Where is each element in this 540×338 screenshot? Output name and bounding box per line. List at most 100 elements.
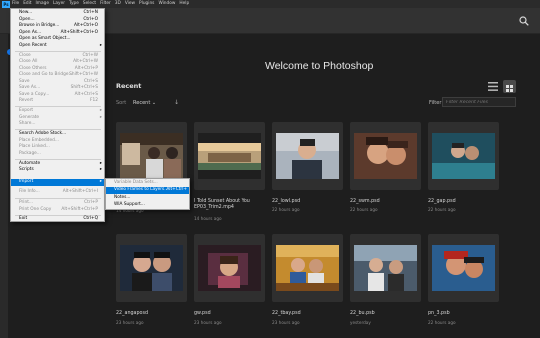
file-time: 23 hours ago: [116, 320, 144, 325]
grid-view-button[interactable]: [503, 80, 516, 93]
file-time: 22 hours ago: [350, 207, 378, 212]
menu-item-label: Share...: [19, 121, 36, 126]
submenu-arrow-icon: ▸: [99, 179, 102, 184]
menu-item-label: Variable Data Sets...: [114, 180, 158, 185]
menu-item-label: Import: [19, 179, 34, 184]
file-card[interactable]: [272, 234, 343, 302]
menu-item-exit[interactable]: Exit Ctrl+Q: [11, 216, 104, 223]
menu-bar: Ps File Edit Image Layer Type Select Fil…: [0, 0, 540, 8]
menu-item-shortcut: Ctrl+Q: [83, 215, 98, 221]
menu-item-label: Notes...: [114, 194, 131, 200]
menu-item-label: Place Linked...: [19, 144, 50, 149]
menu-item-label: Open Recent: [19, 42, 47, 48]
file-thumbnail: [120, 133, 183, 179]
file-card[interactable]: [272, 122, 343, 190]
menu-item-label: Generate: [19, 114, 40, 120]
file-thumbnail: [198, 245, 261, 291]
welcome-heading: Welcome to Photoshop: [265, 60, 374, 72]
file-thumbnail: [276, 133, 339, 179]
menu-item-shortcut: F12: [90, 98, 98, 103]
filter-label: Filter: [429, 100, 442, 106]
menu-type[interactable]: Type: [67, 0, 81, 8]
file-name[interactable]: 22_angaposd: [116, 311, 196, 317]
file-card[interactable]: [194, 122, 265, 190]
submenu-item-notes[interactable]: Notes...: [106, 195, 189, 202]
menu-item-label: Open as Smart Object...: [19, 36, 71, 41]
menu-item-shortcut: Alt+Shift+Ctrl+I: [62, 189, 98, 194]
submenu-item-video-frames[interactable]: Video Frames to Layers... Alt+Ctrl+: [106, 187, 189, 194]
menu-item-scripts[interactable]: Scripts ▸: [11, 167, 104, 174]
menu-item-label: Search Adobe Stock...: [19, 131, 67, 136]
submenu-item-wia-support[interactable]: WIA Support...: [106, 202, 189, 209]
menu-item-revert[interactable]: Revert F12: [11, 98, 104, 105]
file-time: 22 hours ago: [428, 207, 456, 212]
file-name[interactable]: gw.psd: [194, 311, 274, 317]
file-time: 22 hours ago: [428, 320, 456, 325]
list-view-icon[interactable]: [488, 82, 498, 91]
menu-item-label: Browse in Bridge...: [19, 23, 60, 28]
file-thumbnail: [354, 133, 417, 179]
file-name[interactable]: 22_lowl.psd: [272, 199, 352, 205]
file-card[interactable]: [350, 234, 421, 302]
recent-heading: Recent: [116, 82, 142, 90]
file-card[interactable]: [116, 234, 187, 302]
filter-input[interactable]: [442, 97, 516, 107]
menu-item-print-one-copy[interactable]: Print One Copy Alt+Shift+Ctrl+P: [11, 207, 104, 214]
menu-item-label: New...: [19, 10, 33, 15]
file-name[interactable]: pn_3.psb: [428, 311, 508, 317]
menu-separator: [15, 198, 101, 199]
menu-item-shortcut: Alt+Shift+Ctrl+P: [61, 206, 98, 212]
menu-item-label: Save As...: [19, 85, 41, 90]
file-card[interactable]: [428, 234, 499, 302]
menu-file[interactable]: File: [10, 0, 21, 8]
file-name[interactable]: 22_swm.psd: [350, 199, 430, 205]
menu-item-label: Video Frames to Layers...: [114, 187, 169, 192]
menu-item-package[interactable]: Package...: [11, 151, 104, 158]
menu-item-label: File Info...: [19, 189, 40, 194]
menu-layer[interactable]: Layer: [51, 0, 67, 8]
file-name[interactable]: 22_tbay.psd: [272, 311, 352, 317]
menu-view[interactable]: View: [123, 0, 137, 8]
menu-item-share[interactable]: Share...: [11, 121, 104, 128]
sort-value: Recent: [133, 100, 151, 106]
file-card[interactable]: [350, 122, 421, 190]
menu-item-label: WIA Support...: [114, 201, 145, 207]
menu-item-open-recent[interactable]: Open Recent ▸: [11, 43, 104, 50]
grid-view-icon: [506, 85, 513, 92]
menu-item-label: Print...: [19, 200, 33, 205]
chevron-down-icon: ⌄: [151, 100, 157, 106]
menu-item-label: Automate: [19, 160, 41, 166]
file-card[interactable]: [194, 234, 265, 302]
menu-filter[interactable]: Filter: [98, 0, 113, 8]
ps-logo-icon: Ps: [2, 0, 10, 8]
search-icon[interactable]: [519, 16, 529, 26]
menu-edit[interactable]: Edit: [21, 0, 33, 8]
menu-image[interactable]: Image: [34, 0, 51, 8]
menu-window[interactable]: Window: [156, 0, 177, 8]
menu-separator: [15, 50, 101, 52]
file-name[interactable]: 22_gap.psd: [428, 199, 508, 205]
file-card[interactable]: [428, 122, 499, 190]
file-time: yesterday: [350, 320, 371, 325]
file-name[interactable]: I Told Sunset About You EP03_Trim2.mp4: [194, 199, 254, 211]
sort-direction-icon[interactable]: ↓: [174, 99, 179, 106]
import-submenu: Variable Data Sets... Video Frames to La…: [105, 178, 190, 210]
file-thumbnail: [276, 245, 339, 291]
menu-item-import[interactable]: Import ▸: [11, 179, 104, 186]
menu-help[interactable]: Help: [177, 0, 191, 8]
file-time: 23 hours ago: [272, 320, 300, 325]
file-thumbnail: [432, 245, 495, 291]
menu-3d[interactable]: 3D: [113, 0, 123, 8]
menu-item-label: Close and Go to Bridge...: [19, 72, 73, 77]
menu-item-label: Export: [19, 108, 34, 113]
menu-item-label: Exit: [19, 215, 28, 221]
file-thumbnail: [432, 133, 495, 179]
submenu-item-variable-data[interactable]: Variable Data Sets...: [106, 180, 189, 187]
menu-item-file-info[interactable]: File Info... Alt+Shift+Ctrl+I: [11, 189, 104, 196]
submenu-arrow-icon: ▸: [99, 167, 102, 172]
menu-plugins[interactable]: Plugins: [137, 0, 156, 8]
menu-select[interactable]: Select: [81, 0, 98, 8]
sort-dropdown[interactable]: Recent ⌄: [133, 100, 156, 106]
file-name[interactable]: 22_bu.psb: [350, 311, 430, 317]
file-thumbnail: [120, 245, 183, 291]
